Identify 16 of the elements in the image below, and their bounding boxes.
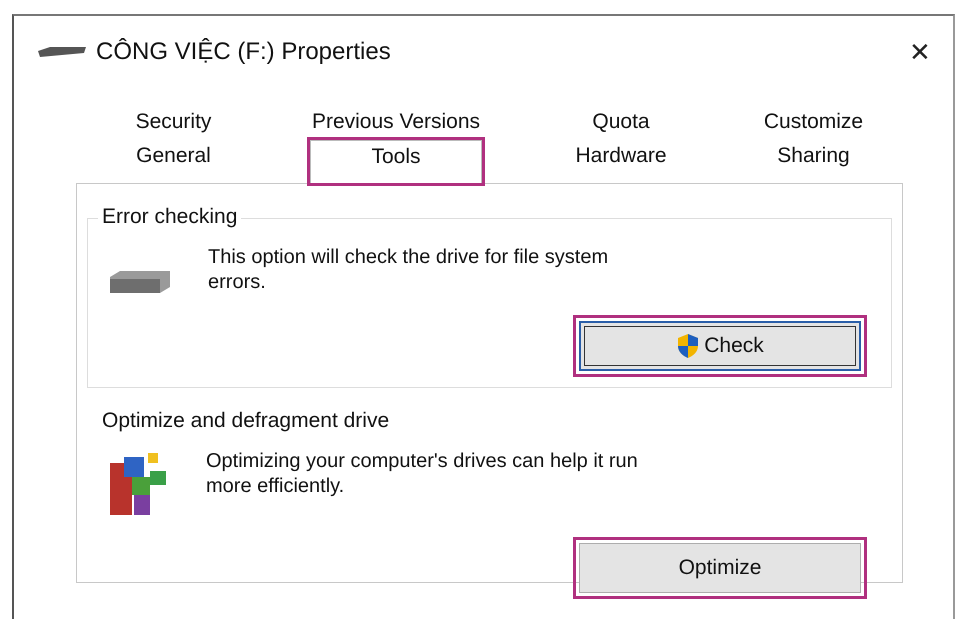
description-text: Optimizing your computer's drives can help it run more efficiently. [206, 449, 639, 499]
tab[interactable]: Customize [764, 106, 864, 138]
close-button[interactable]: ✕ [901, 32, 939, 72]
tab[interactable]: Previous Versions [312, 106, 480, 138]
tab[interactable]: Tools [310, 140, 482, 183]
tab[interactable]: Security [136, 106, 212, 138]
tab[interactable]: Sharing [777, 140, 850, 183]
window-title: CÔNG VIỆC (F:) Properties [96, 38, 392, 66]
check-button[interactable]: Check [579, 321, 861, 371]
tab[interactable]: General [136, 140, 211, 183]
tab[interactable]: Hardware [575, 140, 667, 183]
shield-icon [676, 333, 700, 359]
description-text: This option will check the drive for file system errors. [208, 245, 610, 295]
tab[interactable]: Quota [592, 106, 650, 138]
optimize-button[interactable]: Optimize [579, 543, 861, 593]
group-title: Error checking [98, 205, 242, 229]
